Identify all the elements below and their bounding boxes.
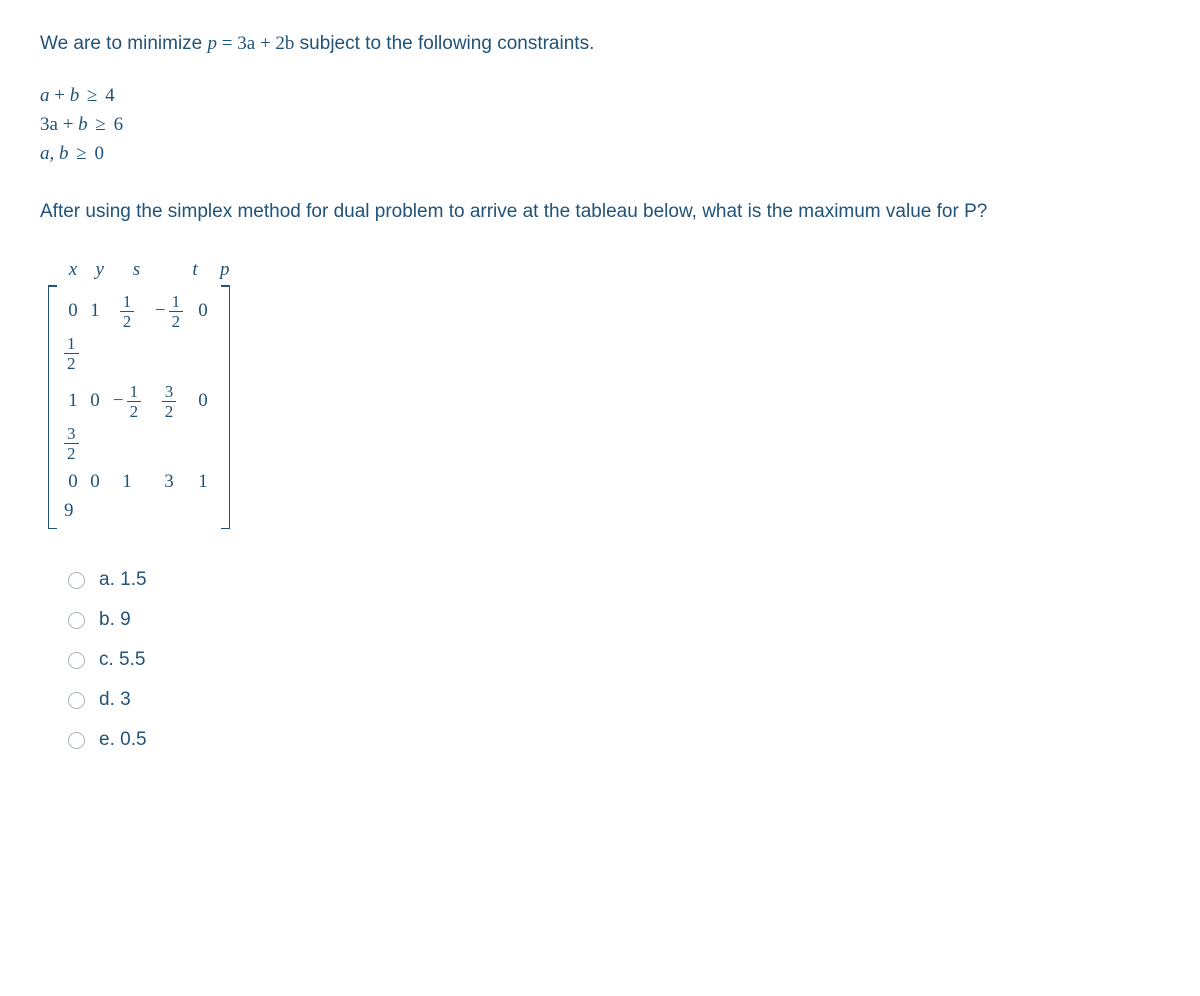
c2-b: b [78,114,88,135]
radio-icon[interactable] [68,572,85,589]
option-e[interactable]: e. 0.5 [68,729,1160,751]
radio-icon[interactable] [68,692,85,709]
var-p: p [208,33,218,54]
r1-x: 0 [62,300,84,322]
hdr-t: t [183,259,207,281]
intro-text: We are to minimize p = 3a + 2b subject t… [40,30,1160,59]
option-d[interactable]: d. 3 [68,689,1160,711]
constraint-3: a, b ≥ 0 [40,139,1160,168]
c3-comma: , [50,143,60,164]
option-a-label: a. 1.5 [99,569,147,591]
c3-b: b [59,143,69,164]
radio-icon[interactable] [68,612,85,629]
r3-s: 1 [106,471,148,493]
c1-a: a [40,85,50,106]
r3-x: 0 [62,471,84,493]
r2-x: 1 [62,390,84,412]
c1-b: b [70,85,80,106]
eq-sign: = [217,33,237,54]
r3-p: 1 [190,471,216,493]
right-bracket [220,285,230,529]
c2-rhs: 6 [114,114,124,135]
c2-plus: + [58,114,78,135]
question-text: After using the simplex method for dual … [40,197,1160,227]
tableau-matrix: x y s t p 0 1 12 − 12 0 [48,259,1160,529]
option-b[interactable]: b. 9 [68,609,1160,631]
r2-t: 32 [148,383,190,420]
r2-s: − 12 [106,383,148,420]
matrix-body: 0 1 12 − 12 0 12 1 0 [58,285,220,529]
c1-ge: ≥ [82,85,102,106]
c3-rhs: 0 [94,143,104,164]
matrix-row-3-aug: 9 [62,497,216,525]
option-e-label: e. 0.5 [99,729,147,751]
radio-icon[interactable] [68,652,85,669]
r1-p: 0 [190,300,216,322]
c1-plus: + [50,85,70,106]
plus-sign: + [255,33,275,54]
r2-y: 0 [84,390,106,412]
r1-t: − 12 [148,293,190,330]
constraint-2: 3a + b ≥ 6 [40,110,1160,139]
left-bracket [48,285,58,529]
constraints-block: a + b ≥ 4 3a + b ≥ 6 a, b ≥ 0 [40,81,1160,169]
c3-ge: ≥ [72,143,92,164]
option-c-label: c. 5.5 [99,649,145,671]
r1-s: 12 [106,293,148,330]
matrix-header-row: x y s t p [48,259,1160,283]
intro-suffix: subject to the following constraints. [294,33,594,54]
hdr-p: p [212,259,238,281]
matrix-row-3: 0 0 1 3 1 [62,467,216,497]
option-d-label: d. 3 [99,689,131,711]
r1-y: 1 [84,300,106,322]
c2-3a: 3a [40,114,58,135]
r1-aug: 12 [62,335,81,372]
intro-prefix: We are to minimize [40,33,208,54]
c3-a: a [40,143,50,164]
r2-aug: 32 [62,425,81,462]
r3-t: 3 [148,471,190,493]
c1-rhs: 4 [105,85,115,106]
matrix-row-1: 0 1 12 − 12 0 [62,289,216,333]
answer-options: a. 1.5 b. 9 c. 5.5 d. 3 e. 0.5 [68,569,1160,751]
constraint-1: a + b ≥ 4 [40,81,1160,110]
option-b-label: b. 9 [99,609,131,631]
option-c[interactable]: c. 5.5 [68,649,1160,671]
option-a[interactable]: a. 1.5 [68,569,1160,591]
radio-icon[interactable] [68,732,85,749]
hdr-s: s [116,259,158,281]
hdr-x: x [62,259,84,281]
r3-aug: 9 [62,500,76,522]
matrix-row-2-aug: 32 [62,423,216,463]
r2-p: 0 [190,390,216,412]
r3-y: 0 [84,471,106,493]
term-3a: 3a [237,33,255,54]
c2-ge: ≥ [91,114,111,135]
hdr-y: y [89,259,111,281]
term-2b: 2b [275,33,294,54]
matrix-row-1-aug: 12 [62,333,216,373]
matrix-row-2: 1 0 − 12 32 0 [62,379,216,423]
